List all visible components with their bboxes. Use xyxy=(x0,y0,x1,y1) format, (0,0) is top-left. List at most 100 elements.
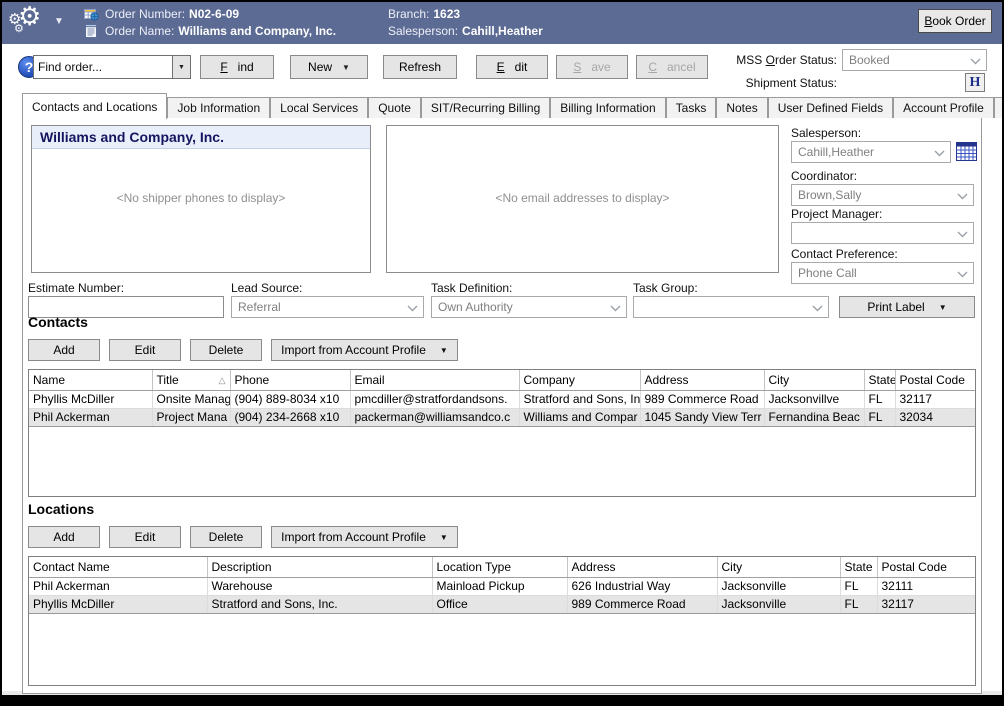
coordinator-select[interactable]: Brown,Sally xyxy=(791,184,974,206)
task-definition-select[interactable]: Own Authority xyxy=(431,296,627,318)
tab-user-defined-fields[interactable]: User Defined Fields xyxy=(768,97,893,118)
column-header[interactable]: Contact Name xyxy=(29,557,207,577)
find-order-input[interactable] xyxy=(34,56,172,78)
tab-notes[interactable]: Notes xyxy=(716,97,767,118)
find-order-combo[interactable]: ▼ xyxy=(33,55,191,79)
locations-add-button[interactable]: Add xyxy=(28,526,100,548)
column-header[interactable]: Email xyxy=(350,370,519,390)
column-header[interactable]: City xyxy=(764,370,864,390)
new-button-label: New xyxy=(308,60,332,74)
column-header[interactable]: City xyxy=(717,557,840,577)
cancel-button[interactable]: Cancel xyxy=(636,55,708,79)
locations-section-title: Locations xyxy=(28,501,94,517)
column-header[interactable]: Location Type xyxy=(432,557,567,577)
project-manager-select[interactable] xyxy=(791,222,974,244)
tab-billing-information[interactable]: Billing Information xyxy=(550,97,665,118)
column-header[interactable]: Address xyxy=(567,557,717,577)
contact-preference-select[interactable]: Phone Call xyxy=(791,262,974,284)
contacts-import-dropdown-arrow-icon: ▼ xyxy=(440,346,448,355)
column-header[interactable]: Phone xyxy=(230,370,350,390)
table-cell: FL xyxy=(840,595,877,613)
table-cell: 32034 xyxy=(895,408,976,426)
history-button[interactable]: H xyxy=(965,73,985,92)
no-phones-message: <No shipper phones to display> xyxy=(32,191,370,205)
chevron-down-icon xyxy=(957,231,968,238)
task-definition-value: Own Authority xyxy=(438,300,604,314)
contacts-delete-button[interactable]: Delete xyxy=(190,339,262,361)
coordinator-label: Coordinator: xyxy=(791,169,857,183)
app-menu-button[interactable]: ⚙ ⚙ ⚙ xyxy=(10,4,50,42)
column-header[interactable]: State xyxy=(840,557,877,577)
refresh-button[interactable]: Refresh xyxy=(383,55,457,79)
locations-grid: Contact NameDescriptionLocation TypeAddr… xyxy=(28,556,976,686)
column-header[interactable]: Company xyxy=(519,370,640,390)
new-button[interactable]: New ▼ xyxy=(290,55,368,79)
tab-local-services[interactable]: Local Services xyxy=(270,97,368,118)
column-header[interactable]: State xyxy=(864,370,895,390)
branch-label: Branch: xyxy=(388,7,429,21)
locations-import-dropdown-arrow-icon: ▼ xyxy=(440,533,448,542)
tab-tasks[interactable]: Tasks xyxy=(666,97,717,118)
contacts-header-row: NameTitle△PhoneEmailCompanyAddressCitySt… xyxy=(29,370,976,390)
order-number-icon xyxy=(84,7,99,21)
app-menu-chevron-icon[interactable]: ▼ xyxy=(54,16,64,27)
table-cell: Project Mana xyxy=(152,408,230,426)
column-header[interactable]: Title△ xyxy=(152,370,230,390)
contacts-import-label: Import from Account Profile xyxy=(281,343,426,357)
tab-account-profile[interactable]: Account Profile xyxy=(893,97,994,118)
chevron-down-icon xyxy=(970,58,981,65)
chevron-down-icon xyxy=(610,305,621,312)
table-cell: 32117 xyxy=(895,390,976,408)
table-cell: Stratford and Sons, Inc. xyxy=(207,595,432,613)
lead-source-select[interactable]: Referral xyxy=(231,296,424,318)
table-row[interactable]: Phyllis McDillerStratford and Sons, Inc.… xyxy=(29,595,976,613)
header-salesperson-label: Salesperson: xyxy=(388,24,458,38)
table-row[interactable]: Phil AckermanWarehouseMainload Pickup626… xyxy=(29,577,976,595)
tab-contacts-and-locations[interactable]: Contacts and Locations xyxy=(22,93,167,119)
toolbar: ? ▼ Find New ▼ Refresh Edit Save Cancel … xyxy=(2,44,1002,92)
estimate-number-label: Estimate Number: xyxy=(28,281,124,295)
salesperson-select[interactable]: Cahill,Heather xyxy=(791,141,951,163)
column-header[interactable]: Description xyxy=(207,557,432,577)
locations-delete-button[interactable]: Delete xyxy=(190,526,262,548)
table-row[interactable]: Phyllis McDillerOnsite Manag(904) 889-80… xyxy=(29,390,976,408)
order-number-value: N02-6-09 xyxy=(189,7,239,21)
contacts-add-button[interactable]: Add xyxy=(28,339,100,361)
column-header[interactable]: Postal Code xyxy=(877,557,976,577)
locations-import-label: Import from Account Profile xyxy=(281,530,426,544)
table-cell: 32117 xyxy=(877,595,976,613)
new-dropdown-arrow-icon: ▼ xyxy=(342,63,350,72)
task-group-select[interactable] xyxy=(633,296,829,318)
table-cell: Onsite Manag xyxy=(152,390,230,408)
print-label-button[interactable]: Print Label ▼ xyxy=(839,296,975,318)
column-header[interactable]: Address xyxy=(640,370,764,390)
locations-import-button[interactable]: Import from Account Profile ▼ xyxy=(271,526,458,548)
chevron-down-icon xyxy=(812,305,823,312)
table-cell: 989 Commerce Road xyxy=(640,390,764,408)
edit-button[interactable]: Edit xyxy=(476,55,548,79)
table-cell: (904) 234-2668 x10 xyxy=(230,408,350,426)
contacts-edit-button[interactable]: Edit xyxy=(109,339,181,361)
find-order-dropdown-button[interactable]: ▼ xyxy=(172,56,190,78)
column-header[interactable]: Postal Code xyxy=(895,370,976,390)
find-button[interactable]: Find xyxy=(200,55,274,79)
tab-quote[interactable]: Quote xyxy=(368,97,421,118)
project-manager-label: Project Manager: xyxy=(791,207,882,221)
locations-edit-button[interactable]: Edit xyxy=(109,526,181,548)
save-button[interactable]: Save xyxy=(556,55,628,79)
locations-header-row: Contact NameDescriptionLocation TypeAddr… xyxy=(29,557,976,577)
tab-job-information[interactable]: Job Information xyxy=(167,97,270,118)
email-addresses-panel: <No email addresses to display> xyxy=(386,125,779,273)
contacts-import-button[interactable]: Import from Account Profile ▼ xyxy=(271,339,458,361)
tab-agents[interactable]: Agents xyxy=(994,97,1004,118)
calendar-icon[interactable] xyxy=(956,142,977,161)
table-cell: Jacksonville xyxy=(717,577,840,595)
tab-sit-recurring-billing[interactable]: SIT/Recurring Billing xyxy=(421,97,550,118)
column-header[interactable]: Name xyxy=(29,370,152,390)
table-row[interactable]: Phil AckermanProject Mana(904) 234-2668 … xyxy=(29,408,976,426)
sort-ascending-icon: △ xyxy=(219,375,226,386)
gear-small-icon-2: ⚙ xyxy=(14,23,24,34)
task-group-label: Task Group: xyxy=(633,281,698,295)
book-order-button[interactable]: Book Order xyxy=(918,9,992,33)
mss-order-status-select[interactable]: Booked xyxy=(842,49,987,71)
